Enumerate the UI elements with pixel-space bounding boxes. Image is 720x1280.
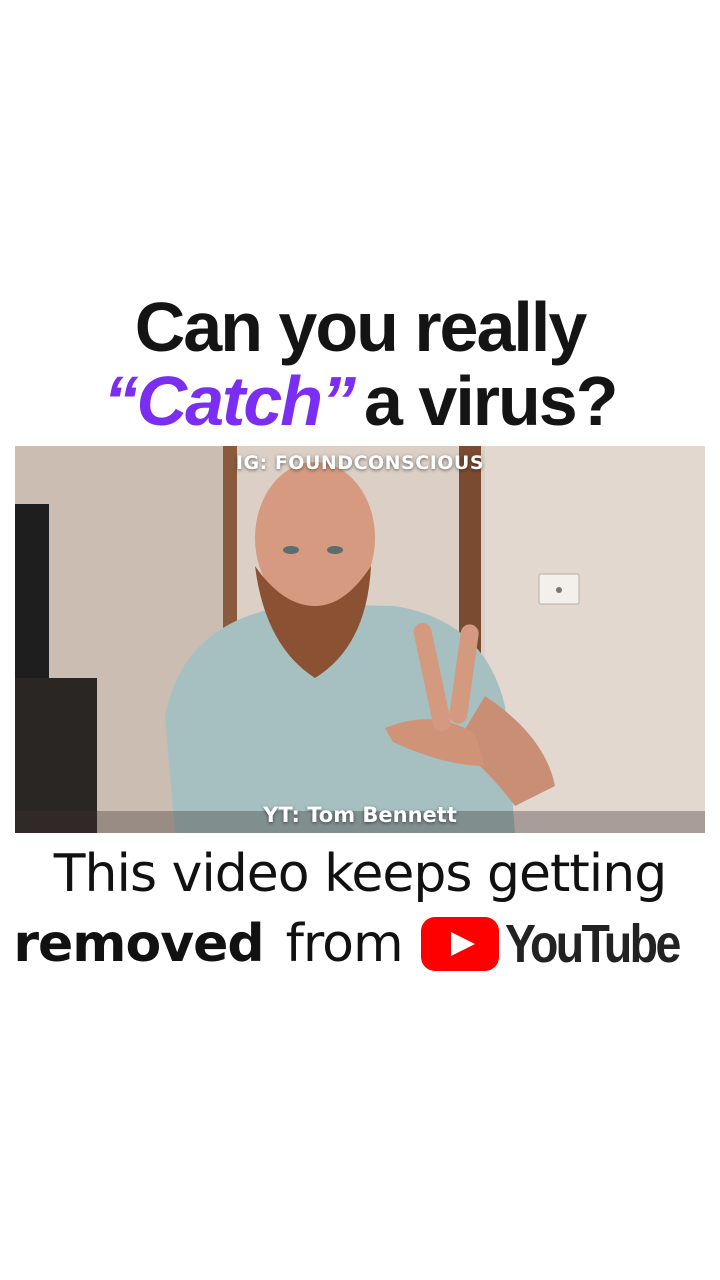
video-still-image (15, 446, 705, 833)
youtube-logo-word: YouTube (504, 914, 681, 974)
headline-line-1: Can you really (134, 288, 588, 366)
caption-line-1: This video keeps getting (53, 844, 667, 904)
caption-removed-word: removed (13, 914, 264, 974)
youtube-logo: YouTube (420, 913, 707, 975)
youtube-channel-overlay: YT: Tom Bennett (263, 803, 457, 827)
headline-line-2-rest: a virus? (364, 362, 618, 440)
instagram-handle-overlay: IG: FOUNDCONSCIOUS (235, 452, 485, 474)
headline: Can you really “Catch” a virus? (0, 288, 720, 440)
caption-line-2: removed from YouTube (0, 912, 720, 976)
youtube-play-icon (420, 917, 499, 971)
headline-line-2: “Catch” a virus? (0, 362, 720, 440)
caption-from-word: from (285, 914, 404, 974)
headline-catch-word: “Catch” (103, 362, 356, 440)
video-frame[interactable]: IG: FOUNDCONSCIOUS YT: Tom Bennett (15, 446, 705, 833)
